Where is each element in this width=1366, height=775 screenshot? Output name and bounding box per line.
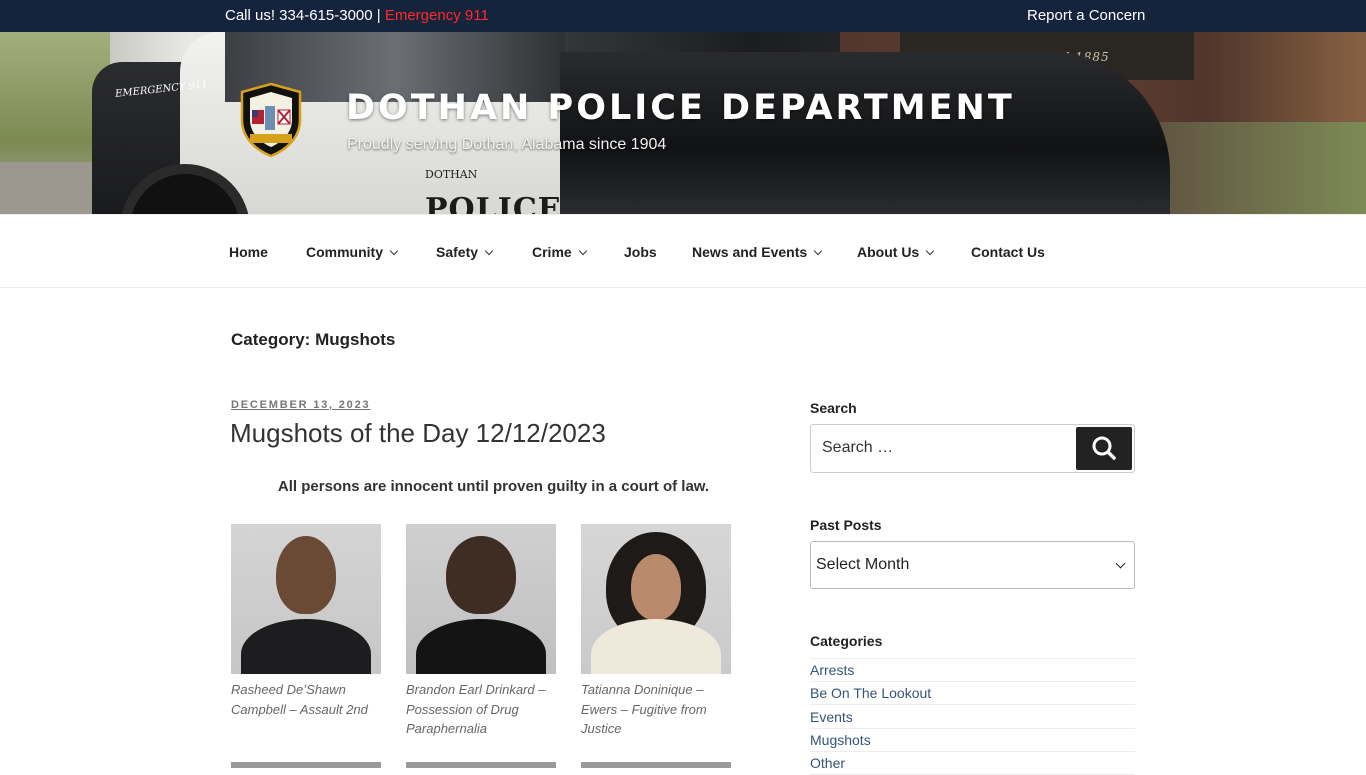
nav-news-events[interactable]: News and Events xyxy=(692,244,823,260)
chevron-down-icon xyxy=(813,246,823,256)
search-icon xyxy=(1092,436,1116,460)
photo-subject xyxy=(446,536,516,614)
post-title-link[interactable]: Mugshots of the Day 12/12/2023 xyxy=(230,418,606,449)
mugshot-photo-1[interactable] xyxy=(231,524,381,674)
nav-home-label: Home xyxy=(229,244,268,260)
photo-subject xyxy=(276,536,336,614)
chevron-down-icon xyxy=(484,246,494,256)
police-badge-logo[interactable] xyxy=(238,82,304,158)
mugshot-caption-2: Brandon Earl Drinkard – Possession of Dr… xyxy=(406,682,546,736)
nav-safety-label: Safety xyxy=(436,244,479,260)
mugshot-photo-2[interactable] xyxy=(406,524,556,674)
category-events[interactable]: Events xyxy=(810,706,1135,729)
nav-safety[interactable]: Safety xyxy=(436,244,494,260)
category-arrests[interactable]: Arrests xyxy=(810,659,1135,682)
chevron-down-icon xyxy=(389,246,399,256)
nav-crime-label: Crime xyxy=(532,244,572,260)
innocence-notice: All persons are innocent until proven gu… xyxy=(277,478,710,495)
car-police-label: POLICE xyxy=(425,192,562,214)
mugshot-photo-5[interactable] xyxy=(406,762,556,768)
category-other[interactable]: Other xyxy=(810,752,1135,775)
mugshot-photo-3[interactable] xyxy=(581,524,731,674)
chevron-down-icon xyxy=(925,246,935,256)
emergency-link[interactable]: Emergency 911 xyxy=(385,7,489,24)
nav-contact-us-label: Contact Us xyxy=(971,244,1045,260)
search-heading: Search xyxy=(810,400,857,416)
nav-about-us[interactable]: About Us xyxy=(857,244,935,260)
search-placeholder: Search … xyxy=(822,439,894,456)
nav-crime[interactable]: Crime xyxy=(532,244,587,260)
chevron-down-icon xyxy=(1115,558,1126,569)
mugshot-caption-1: Rasheed De’Shawn Campbell – Assault 2nd xyxy=(231,682,368,717)
site-tagline: Proudly serving Dothan, Alabama since 19… xyxy=(347,136,667,153)
categories-heading: Categories xyxy=(810,633,883,649)
nav-home[interactable]: Home xyxy=(229,244,268,260)
site-title[interactable]: DOTHAN POLICE DEPARTMENT xyxy=(346,88,1015,128)
nav-about-us-label: About Us xyxy=(857,244,920,260)
top-bar: Call us! 334-615-3000 | Emergency 911 Re… xyxy=(0,0,1366,32)
report-concern-link[interactable]: Report a Concern xyxy=(1027,7,1145,24)
photo-subject xyxy=(631,554,681,620)
nav-jobs-label: Jobs xyxy=(624,244,657,260)
nav-contact-us[interactable]: Contact Us xyxy=(971,244,1045,260)
category-mugshots[interactable]: Mugshots xyxy=(810,729,1135,752)
car-dothan-label: DOTHAN xyxy=(425,168,478,181)
archive-month-select[interactable]: Select Month xyxy=(810,541,1135,589)
car-hood xyxy=(560,52,1170,214)
category-be-on-the-lookout[interactable]: Be On The Lookout xyxy=(810,682,1135,705)
call-us-text: Call us! 334-615-3000 | xyxy=(225,7,381,24)
nav-news-events-label: News and Events xyxy=(692,244,808,260)
mugshot-photo-6[interactable] xyxy=(581,762,731,768)
page-title: Category: Mugshots xyxy=(231,330,396,349)
past-posts-heading: Past Posts xyxy=(810,517,882,533)
nav-community[interactable]: Community xyxy=(306,244,399,260)
mugshot-caption-3: Tatianna Doninique – Ewers – Fugitive fr… xyxy=(581,682,707,736)
nav-jobs[interactable]: Jobs xyxy=(624,244,657,260)
nav-community-label: Community xyxy=(306,244,383,260)
search-button[interactable] xyxy=(1076,427,1132,470)
mugshot-photo-4[interactable] xyxy=(231,762,381,768)
chevron-down-icon xyxy=(578,246,587,256)
post-date-link[interactable]: DECEMBER 13, 2023 xyxy=(231,399,370,411)
archive-select-value: Select Month xyxy=(816,556,910,573)
contact-line: Call us! 334-615-3000 | Emergency 911 xyxy=(225,7,489,24)
main-navigation: Home Community Safety Crime Jobs News an… xyxy=(0,214,1366,288)
